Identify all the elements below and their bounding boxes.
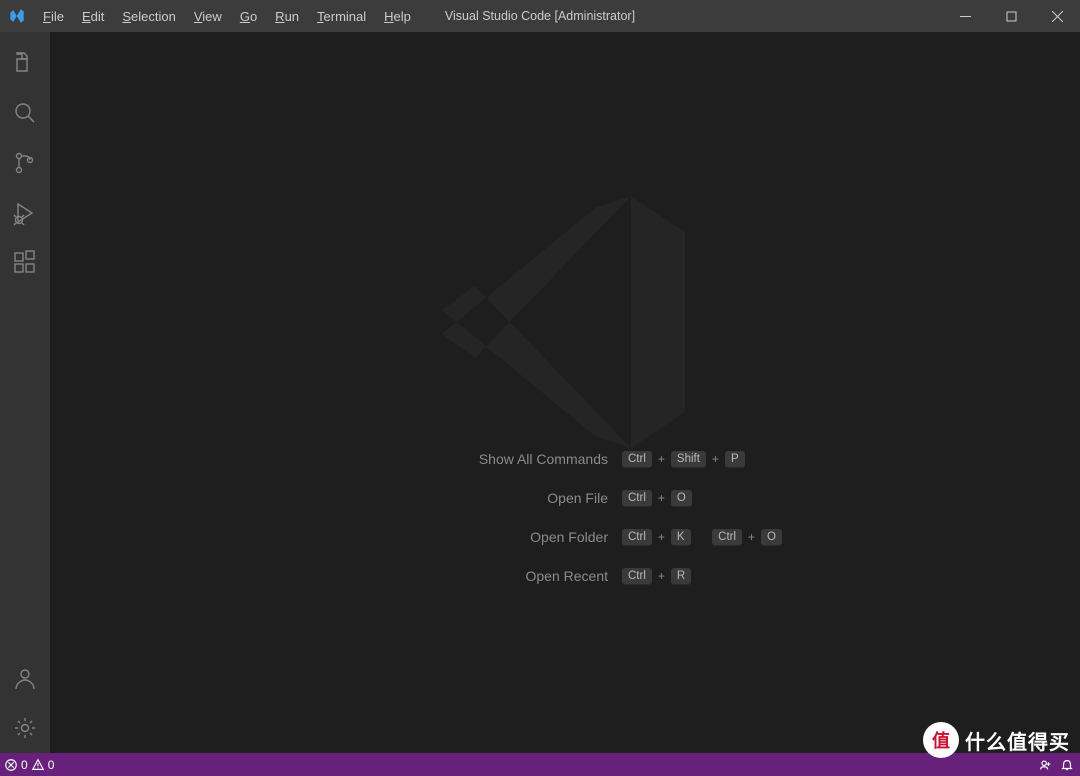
warning-icon <box>31 758 45 772</box>
extensions-icon <box>12 250 38 276</box>
key: R <box>671 568 691 585</box>
status-bell[interactable] <box>1060 758 1074 772</box>
shortcut-keys: Ctrl+R <box>622 568 782 585</box>
error-icon <box>4 758 18 772</box>
shortcut-keys: Ctrl+O <box>622 490 782 507</box>
menu-go[interactable]: Go <box>231 0 266 32</box>
activity-settings[interactable] <box>0 703 50 753</box>
menu-terminal[interactable]: Terminal <box>308 0 375 32</box>
status-feedback[interactable] <box>1038 758 1052 772</box>
key: O <box>761 529 782 546</box>
shortcut-label: Open File <box>348 490 608 506</box>
close-button[interactable] <box>1034 0 1080 32</box>
key: Ctrl <box>712 529 742 546</box>
menu-edit[interactable]: Edit <box>73 0 113 32</box>
workbench-body: Show All CommandsCtrl+Shift+POpen FileCt… <box>0 32 1080 753</box>
activity-run-debug[interactable] <box>0 188 50 238</box>
warning-count: 0 <box>48 758 55 772</box>
key: Ctrl <box>622 490 652 507</box>
smzdm-badge-text: 什么值得买 <box>965 726 1070 755</box>
vscode-icon <box>0 7 34 25</box>
menu-help[interactable]: Help <box>375 0 420 32</box>
shortcut-row: Open Recent Ctrl+R <box>348 568 782 585</box>
vscode-watermark-icon <box>415 172 715 477</box>
title-bar: FileEditSelectionViewGoRunTerminalHelp V… <box>0 0 1080 32</box>
shortcut-row: Open FolderCtrl+KCtrl+O <box>348 529 782 546</box>
smzdm-badge-icon: 值 <box>923 722 959 758</box>
error-count: 0 <box>21 758 28 772</box>
key: K <box>671 529 691 546</box>
key: Ctrl <box>622 568 652 585</box>
menu-run[interactable]: Run <box>266 0 308 32</box>
shortcut-keys: Ctrl+KCtrl+O <box>622 529 782 546</box>
source-control-icon <box>12 150 38 176</box>
editor-area: Show All CommandsCtrl+Shift+POpen FileCt… <box>50 32 1080 753</box>
person-add-icon <box>1038 758 1052 772</box>
shortcut-label: Open Folder <box>348 529 608 545</box>
activity-bar <box>0 32 50 753</box>
maximize-button[interactable] <box>988 0 1034 32</box>
key: Ctrl <box>622 529 652 546</box>
activity-source-control[interactable] <box>0 138 50 188</box>
status-problems[interactable]: 0 0 <box>4 758 54 772</box>
key: P <box>725 451 745 468</box>
menu-bar: FileEditSelectionViewGoRunTerminalHelp <box>34 0 420 32</box>
explorer-icon <box>12 50 38 76</box>
bell-icon <box>1060 758 1074 772</box>
settings-icon <box>12 715 38 741</box>
menu-view[interactable]: View <box>185 0 231 32</box>
search-icon <box>12 100 38 126</box>
status-bar: 0 0 <box>0 753 1080 776</box>
key: O <box>671 490 692 507</box>
shortcut-label: Open Recent <box>348 568 608 584</box>
smzdm-watermark: 值 什么值得买 <box>923 722 1070 758</box>
activity-accounts[interactable] <box>0 653 50 703</box>
shortcut-row: Open File Ctrl+O <box>348 490 782 507</box>
menu-file[interactable]: File <box>34 0 73 32</box>
minimize-button[interactable] <box>942 0 988 32</box>
run-debug-icon <box>12 200 38 226</box>
activity-explorer[interactable] <box>0 38 50 88</box>
activity-search[interactable] <box>0 88 50 138</box>
accounts-icon <box>12 665 38 691</box>
window-controls <box>942 0 1080 32</box>
menu-selection[interactable]: Selection <box>113 0 184 32</box>
activity-extensions[interactable] <box>0 238 50 288</box>
